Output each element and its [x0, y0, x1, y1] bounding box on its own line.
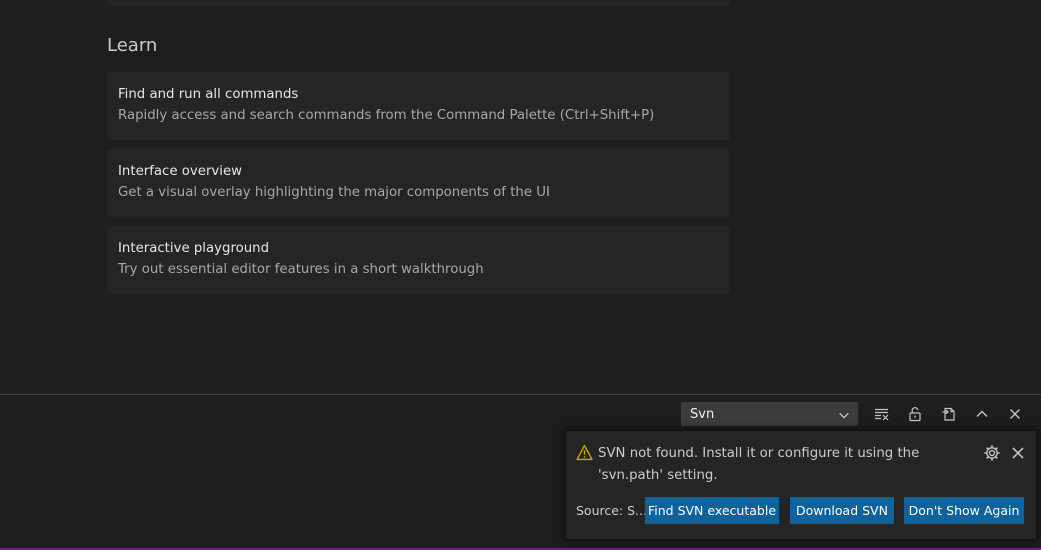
learn-card-interface-overview[interactable]: Interface overview Get a visual overlay …	[107, 149, 730, 217]
close-icon	[1010, 409, 1020, 419]
learn-card-commands[interactable]: Find and run all commands Rapidly access…	[107, 72, 730, 140]
card-title: Interface overview	[118, 164, 243, 179]
maximize-panel-button[interactable]	[971, 403, 993, 425]
card-description: Rapidly access and search commands from …	[118, 108, 655, 123]
clear-output-icon	[875, 408, 889, 421]
dont-show-again-button[interactable]: Don't Show Again	[904, 497, 1024, 524]
previous-card-edge	[107, 0, 730, 6]
card-title: Interactive playground	[118, 241, 270, 256]
lock-scroll-button[interactable]	[904, 403, 926, 425]
notification-message: SVN not found. Install it or configure i…	[598, 446, 920, 483]
open-file-icon	[942, 407, 955, 421]
warning-icon	[576, 444, 593, 461]
gear-icon[interactable]	[983, 444, 1001, 462]
output-channel-select[interactable]: Svn	[681, 402, 858, 426]
welcome-editor: Learn Find and run all commands Rapidly …	[0, 0, 1041, 394]
unlock-icon	[909, 407, 921, 422]
learn-heading: Learn	[107, 35, 158, 56]
open-log-file-button[interactable]	[938, 403, 960, 425]
learn-card-playground[interactable]: Interactive playground Try out essential…	[107, 226, 730, 294]
svn-not-found-notification: SVN not found. Install it or configure i…	[566, 431, 1036, 539]
notification-source: Source: S...	[576, 503, 647, 518]
close-panel-button[interactable]	[1004, 403, 1026, 425]
download-svn-button[interactable]: Download SVN	[790, 497, 894, 524]
chevron-down-icon	[839, 412, 849, 419]
card-description: Get a visual overlay highlighting the ma…	[118, 185, 550, 200]
find-svn-executable-button[interactable]: Find SVN executable	[645, 497, 779, 524]
chevron-up-icon	[976, 410, 988, 417]
output-channel-value: Svn	[690, 407, 715, 422]
clear-output-button[interactable]	[871, 403, 893, 425]
card-description: Try out essential editor features in a s…	[118, 262, 484, 277]
close-icon[interactable]	[1009, 444, 1027, 462]
card-title: Find and run all commands	[118, 87, 299, 102]
